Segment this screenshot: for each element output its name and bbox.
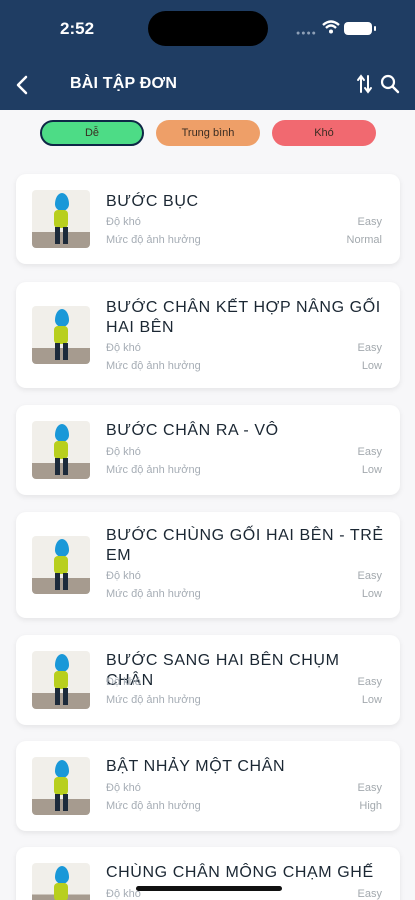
impact-row: Mức độ ảnh hưởng High <box>106 800 382 812</box>
impact-row: Mức độ ảnh hưởng Low <box>106 588 382 600</box>
app-header: 2:52 ●●●● BÀI TẬP ĐƠN <box>0 0 415 110</box>
difficulty-row: Độ khó Easy <box>106 676 382 688</box>
impact-value: High <box>359 800 382 812</box>
impact-value: Low <box>361 360 382 372</box>
exercise-name: BƯỚC CHÂN KẾT HỢP NÂNG GỐI HAI BÊN <box>106 299 381 336</box>
difficulty-row: Độ khó Easy <box>106 446 382 458</box>
mascot-drop-icon <box>55 193 69 211</box>
exercise-name: BẬT NHẢY MỘT CHÂN <box>106 758 286 775</box>
exercise-card[interactable]: BƯỚC CHÙNG GỐI HAI BÊN - TRẺ EM Độ khó Ea… <box>16 512 400 618</box>
search-icon[interactable] <box>380 74 400 94</box>
difficulty-value: Easy <box>357 216 382 228</box>
difficulty-value: Easy <box>357 570 382 582</box>
difficulty-label: Độ khó <box>106 216 141 228</box>
difficulty-filter-bar: Dễ Trung bình Khó <box>0 118 415 148</box>
impact-label: Mức độ ảnh hưởng <box>106 360 201 372</box>
difficulty-row: Độ khó Easy <box>106 342 382 354</box>
impact-label: Mức độ ảnh hưởng <box>106 694 201 706</box>
impact-row: Mức độ ảnh hưởng Low <box>106 360 382 372</box>
page-title: BÀI TẬP ĐƠN <box>70 75 178 92</box>
impact-value: Low <box>361 694 382 706</box>
exercise-thumbnail <box>32 421 90 479</box>
difficulty-value: Easy <box>357 446 382 458</box>
dynamic-island <box>148 11 268 46</box>
mascot-drop-icon <box>55 866 69 884</box>
impact-value: Low <box>361 464 382 476</box>
exercise-thumbnail <box>32 863 90 900</box>
filter-medium-chip[interactable]: Trung bình <box>156 120 260 146</box>
mascot-drop-icon <box>55 309 69 327</box>
impact-row: Mức độ ảnh hưởng Low <box>106 464 382 476</box>
difficulty-value: Easy <box>357 782 382 794</box>
home-indicator <box>136 886 282 891</box>
mascot-drop-icon <box>55 424 69 442</box>
difficulty-value: Easy <box>357 676 382 688</box>
difficulty-label: Độ khó <box>106 446 141 458</box>
impact-label: Mức độ ảnh hưởng <box>106 234 201 246</box>
difficulty-row: Độ khó Easy <box>106 216 382 228</box>
impact-row: Mức độ ảnh hưởng Normal <box>106 234 382 246</box>
difficulty-value: Easy <box>357 342 382 354</box>
exercise-card[interactable]: BƯỚC SANG HAI BÊN CHỤM CHÂN Độ khó Easy M… <box>16 635 400 725</box>
exercise-card[interactable]: CHÙNG CHÂN MÔNG CHẠM GHẾ Độ khó Easy <box>16 847 400 900</box>
exercise-thumbnail <box>32 190 90 248</box>
impact-value: Low <box>361 588 382 600</box>
impact-label: Mức độ ảnh hưởng <box>106 588 201 600</box>
exercise-thumbnail <box>32 651 90 709</box>
impact-label: Mức độ ảnh hưởng <box>106 800 201 812</box>
sort-icon[interactable] <box>356 74 374 94</box>
filter-hard-chip[interactable]: Khó <box>272 120 376 146</box>
exercise-name: BƯỚC BỤC <box>106 193 199 210</box>
difficulty-row: Độ khó Easy <box>106 782 382 794</box>
mascot-drop-icon <box>55 760 69 778</box>
difficulty-label: Độ khó <box>106 676 141 688</box>
mascot-drop-icon <box>55 654 69 672</box>
difficulty-label: Độ khó <box>106 570 141 582</box>
difficulty-row: Độ khó Easy <box>106 570 382 582</box>
impact-label: Mức độ ảnh hưởng <box>106 464 201 476</box>
difficulty-value: Easy <box>357 888 382 900</box>
difficulty-label: Độ khó <box>106 782 141 794</box>
status-time: 2:52 <box>60 19 95 38</box>
impact-row: Mức độ ảnh hưởng Low <box>106 694 382 706</box>
filter-easy-chip[interactable]: Dễ <box>40 120 144 146</box>
exercise-name: BƯỚC CHÂN RA - VÔ <box>106 422 279 439</box>
back-arrow-icon[interactable] <box>12 74 34 96</box>
exercise-card[interactable]: BƯỚC BỤC Độ khó Easy Mức độ ảnh hưởng Norm… <box>16 174 400 264</box>
exercise-thumbnail <box>32 757 90 815</box>
exercise-name: BƯỚC CHÙNG GỐI HAI BÊN - TRẺ EM <box>106 527 384 564</box>
exercise-card[interactable]: BƯỚC CHÂN RA - VÔ Độ khó Easy Mức độ ảnh … <box>16 405 400 495</box>
exercise-thumbnail <box>32 306 90 364</box>
battery-icon <box>344 22 376 35</box>
exercise-card[interactable]: BẬT NHẢY MỘT CHÂN Độ khó Easy Mức độ ảnh … <box>16 741 400 831</box>
impact-value: Normal <box>346 234 382 246</box>
difficulty-label: Độ khó <box>106 342 141 354</box>
signal-icon: ●●●● <box>296 30 317 37</box>
exercise-name: CHÙNG CHÂN MÔNG CHẠM GHẾ <box>106 864 374 881</box>
exercise-card[interactable]: BƯỚC CHÂN KẾT HỢP NÂNG GỐI HAI BÊN Độ kh… <box>16 282 400 388</box>
exercise-thumbnail <box>32 536 90 594</box>
mascot-drop-icon <box>55 539 69 557</box>
wifi-icon <box>322 20 340 34</box>
